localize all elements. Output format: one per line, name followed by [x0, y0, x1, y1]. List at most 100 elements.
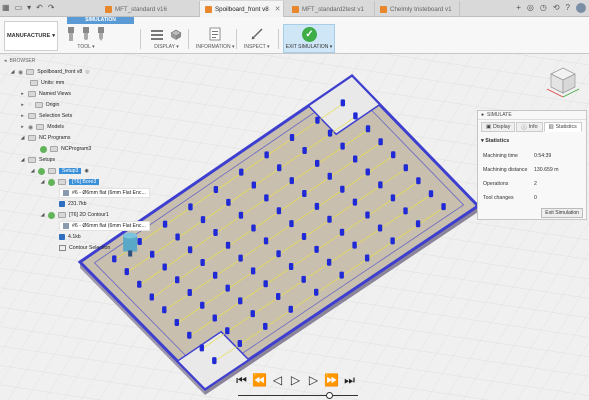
extensions-icon[interactable]: ◎: [527, 3, 534, 13]
notifications-icon[interactable]: ⟲: [553, 3, 560, 13]
job-status-icon[interactable]: ◷: [540, 3, 547, 13]
folder-icon: [28, 135, 36, 141]
skip-to-end-icon[interactable]: ⏭: [342, 373, 357, 387]
bore-hole: [416, 177, 421, 185]
expand-right-icon[interactable]: ▸: [20, 91, 25, 97]
record-icon[interactable]: ◎: [85, 69, 90, 75]
tree-named-views[interactable]: ▸ Named Views: [20, 89, 71, 99]
tab-chelmly-tristeboard[interactable]: Chelmly tristeboard v1: [375, 1, 460, 17]
workspace-switcher[interactable]: MANUFACTURE ▾: [4, 21, 58, 51]
tool-group[interactable]: TOOL ▾: [66, 26, 106, 53]
step-back-icon[interactable]: ◁: [270, 373, 285, 387]
tree-root[interactable]: ◢ ◉ Spoilboard_front v8 ◎: [10, 67, 90, 77]
top-right-icons: + ◎ ◷ ⟲ ?: [516, 3, 586, 13]
bore-hole: [263, 280, 268, 288]
tree-op1-tool[interactable]: #6 - Ø6mm flat (6mm Flat Enc...: [59, 188, 150, 198]
ball-endmill-icon[interactable]: [81, 27, 91, 41]
inspect-group[interactable]: INSPECT ▾: [244, 26, 270, 53]
eye-icon[interactable]: ◉: [18, 69, 23, 76]
tree-op2-tool[interactable]: #6 - Ø6mm flat (6mm Flat Enc...: [59, 221, 150, 231]
expand-right-icon[interactable]: ▸: [20, 102, 25, 108]
expand-down-icon[interactable]: ◢: [20, 157, 25, 163]
contour-operation-icon: [58, 212, 66, 218]
grid-icon[interactable]: ▦: [2, 2, 10, 14]
display-group[interactable]: DISPLAY ▾: [150, 26, 183, 53]
eye-hidden-icon[interactable]: ◌: [28, 102, 32, 108]
bore-hole: [403, 164, 408, 172]
tree-operation-bore[interactable]: ◢ [T6] Bore3: [40, 177, 100, 187]
step-forward-icon[interactable]: ▷: [306, 373, 321, 387]
bore-hole: [263, 237, 269, 245]
expand-down-icon[interactable]: ◢: [40, 179, 45, 185]
bore-hole: [365, 168, 370, 176]
info-sheet-icon[interactable]: [208, 27, 222, 41]
expand-down-icon[interactable]: ◢: [20, 135, 25, 141]
tree-setups[interactable]: ◢ Setups: [20, 155, 55, 165]
design-cube-icon: [205, 5, 212, 13]
expand-down-icon[interactable]: ◢: [40, 212, 45, 218]
tab-info[interactable]: ⓘ Info: [516, 122, 543, 132]
previous-operation-icon[interactable]: ⏪: [252, 373, 267, 387]
display-stock-icon[interactable]: [169, 27, 183, 41]
avatar[interactable]: [576, 3, 586, 13]
expand-down-icon[interactable]: ◢: [30, 168, 35, 174]
display-list-icon[interactable]: [150, 27, 164, 41]
tree-origin[interactable]: ▸ ◌ Origin: [20, 100, 59, 110]
tab-mft-standard[interactable]: MFT_standard v16: [100, 1, 200, 17]
bore-hole: [212, 271, 218, 279]
expand-down-icon[interactable]: ◢: [10, 69, 15, 75]
bore-hole: [124, 268, 129, 276]
undo-icon[interactable]: ↶: [36, 2, 43, 14]
tree-selection-sets[interactable]: ▸ Selection Sets: [20, 111, 72, 121]
tree-nc-program[interactable]: NCProgram3: [40, 144, 91, 154]
browser-header[interactable]: ◂ BROWSER: [2, 56, 152, 65]
tree-models[interactable]: ▸ ◉ Models: [20, 122, 64, 132]
tree-nc-programs[interactable]: ◢ NC Programs: [20, 133, 70, 143]
measure-icon[interactable]: [250, 27, 264, 41]
close-tab-icon[interactable]: ✕: [275, 5, 281, 13]
tree-setup[interactable]: ◢ Setup3 ◉: [30, 166, 89, 176]
tree-units[interactable]: Units: mm: [30, 78, 64, 88]
exit-simulation-button[interactable]: ✓ EXIT SIMULATION ▾: [283, 24, 335, 53]
skip-to-start-icon[interactable]: ⏮: [234, 373, 249, 387]
expand-right-icon[interactable]: ▸: [20, 113, 25, 119]
tree-op2-toolpath[interactable]: 4.1kb: [59, 232, 81, 242]
flat-endmill-icon[interactable]: [66, 27, 76, 41]
document-icon: [26, 69, 35, 75]
bore-hole: [225, 241, 231, 249]
statistics-section-header[interactable]: ▾ Statistics: [481, 138, 509, 144]
bore-hole: [112, 255, 117, 263]
bore-hole: [264, 151, 269, 159]
information-group[interactable]: INFORMATION ▾: [196, 26, 235, 53]
tab-statistics[interactable]: ▥ Statistics: [543, 122, 582, 132]
collapse-icon[interactable]: ◂: [4, 58, 7, 64]
bore-hole: [378, 181, 383, 189]
tab-mft-standard2test[interactable]: MFT_standard2test v1: [287, 1, 375, 17]
play-icon[interactable]: ▷: [288, 373, 303, 387]
exit-simulation-panel-button[interactable]: Exit Simulation: [541, 208, 583, 218]
next-operation-icon[interactable]: ⏩: [324, 373, 339, 387]
check-icon: [48, 211, 55, 219]
view-cube[interactable]: [545, 62, 581, 98]
bore-hole: [390, 194, 396, 202]
tree-op2-geometry[interactable]: Contour Selection: [59, 243, 110, 253]
tab-display[interactable]: ▣ Display: [481, 122, 516, 132]
tree-op1-toolpath[interactable]: 231.7kb: [59, 199, 86, 209]
drill-icon[interactable]: [96, 27, 106, 41]
check-icon: [48, 178, 55, 186]
bore-hole: [378, 138, 383, 146]
tree-operation-contour[interactable]: ◢ [T6] 2D Contour1: [40, 210, 109, 220]
bore-hole: [276, 293, 281, 301]
collapse-dot-icon[interactable]: ●: [481, 112, 484, 118]
activate-icon[interactable]: ◉: [84, 168, 89, 174]
file-icon[interactable]: ▭: [15, 2, 23, 14]
help-icon[interactable]: ?: [566, 3, 570, 13]
tab-spoilboard-front[interactable]: Spoilboard_front v8 ✕: [200, 1, 284, 17]
eye-icon[interactable]: ◉: [28, 124, 33, 131]
expand-right-icon[interactable]: ▸: [20, 124, 25, 130]
redo-icon[interactable]: ↷: [48, 2, 55, 14]
simulate-panel-header[interactable]: ● SIMULATE: [478, 111, 586, 120]
save-icon[interactable]: ▾: [27, 2, 31, 14]
new-tab-icon[interactable]: +: [516, 3, 521, 13]
timeline-slider-track[interactable]: [238, 395, 358, 396]
